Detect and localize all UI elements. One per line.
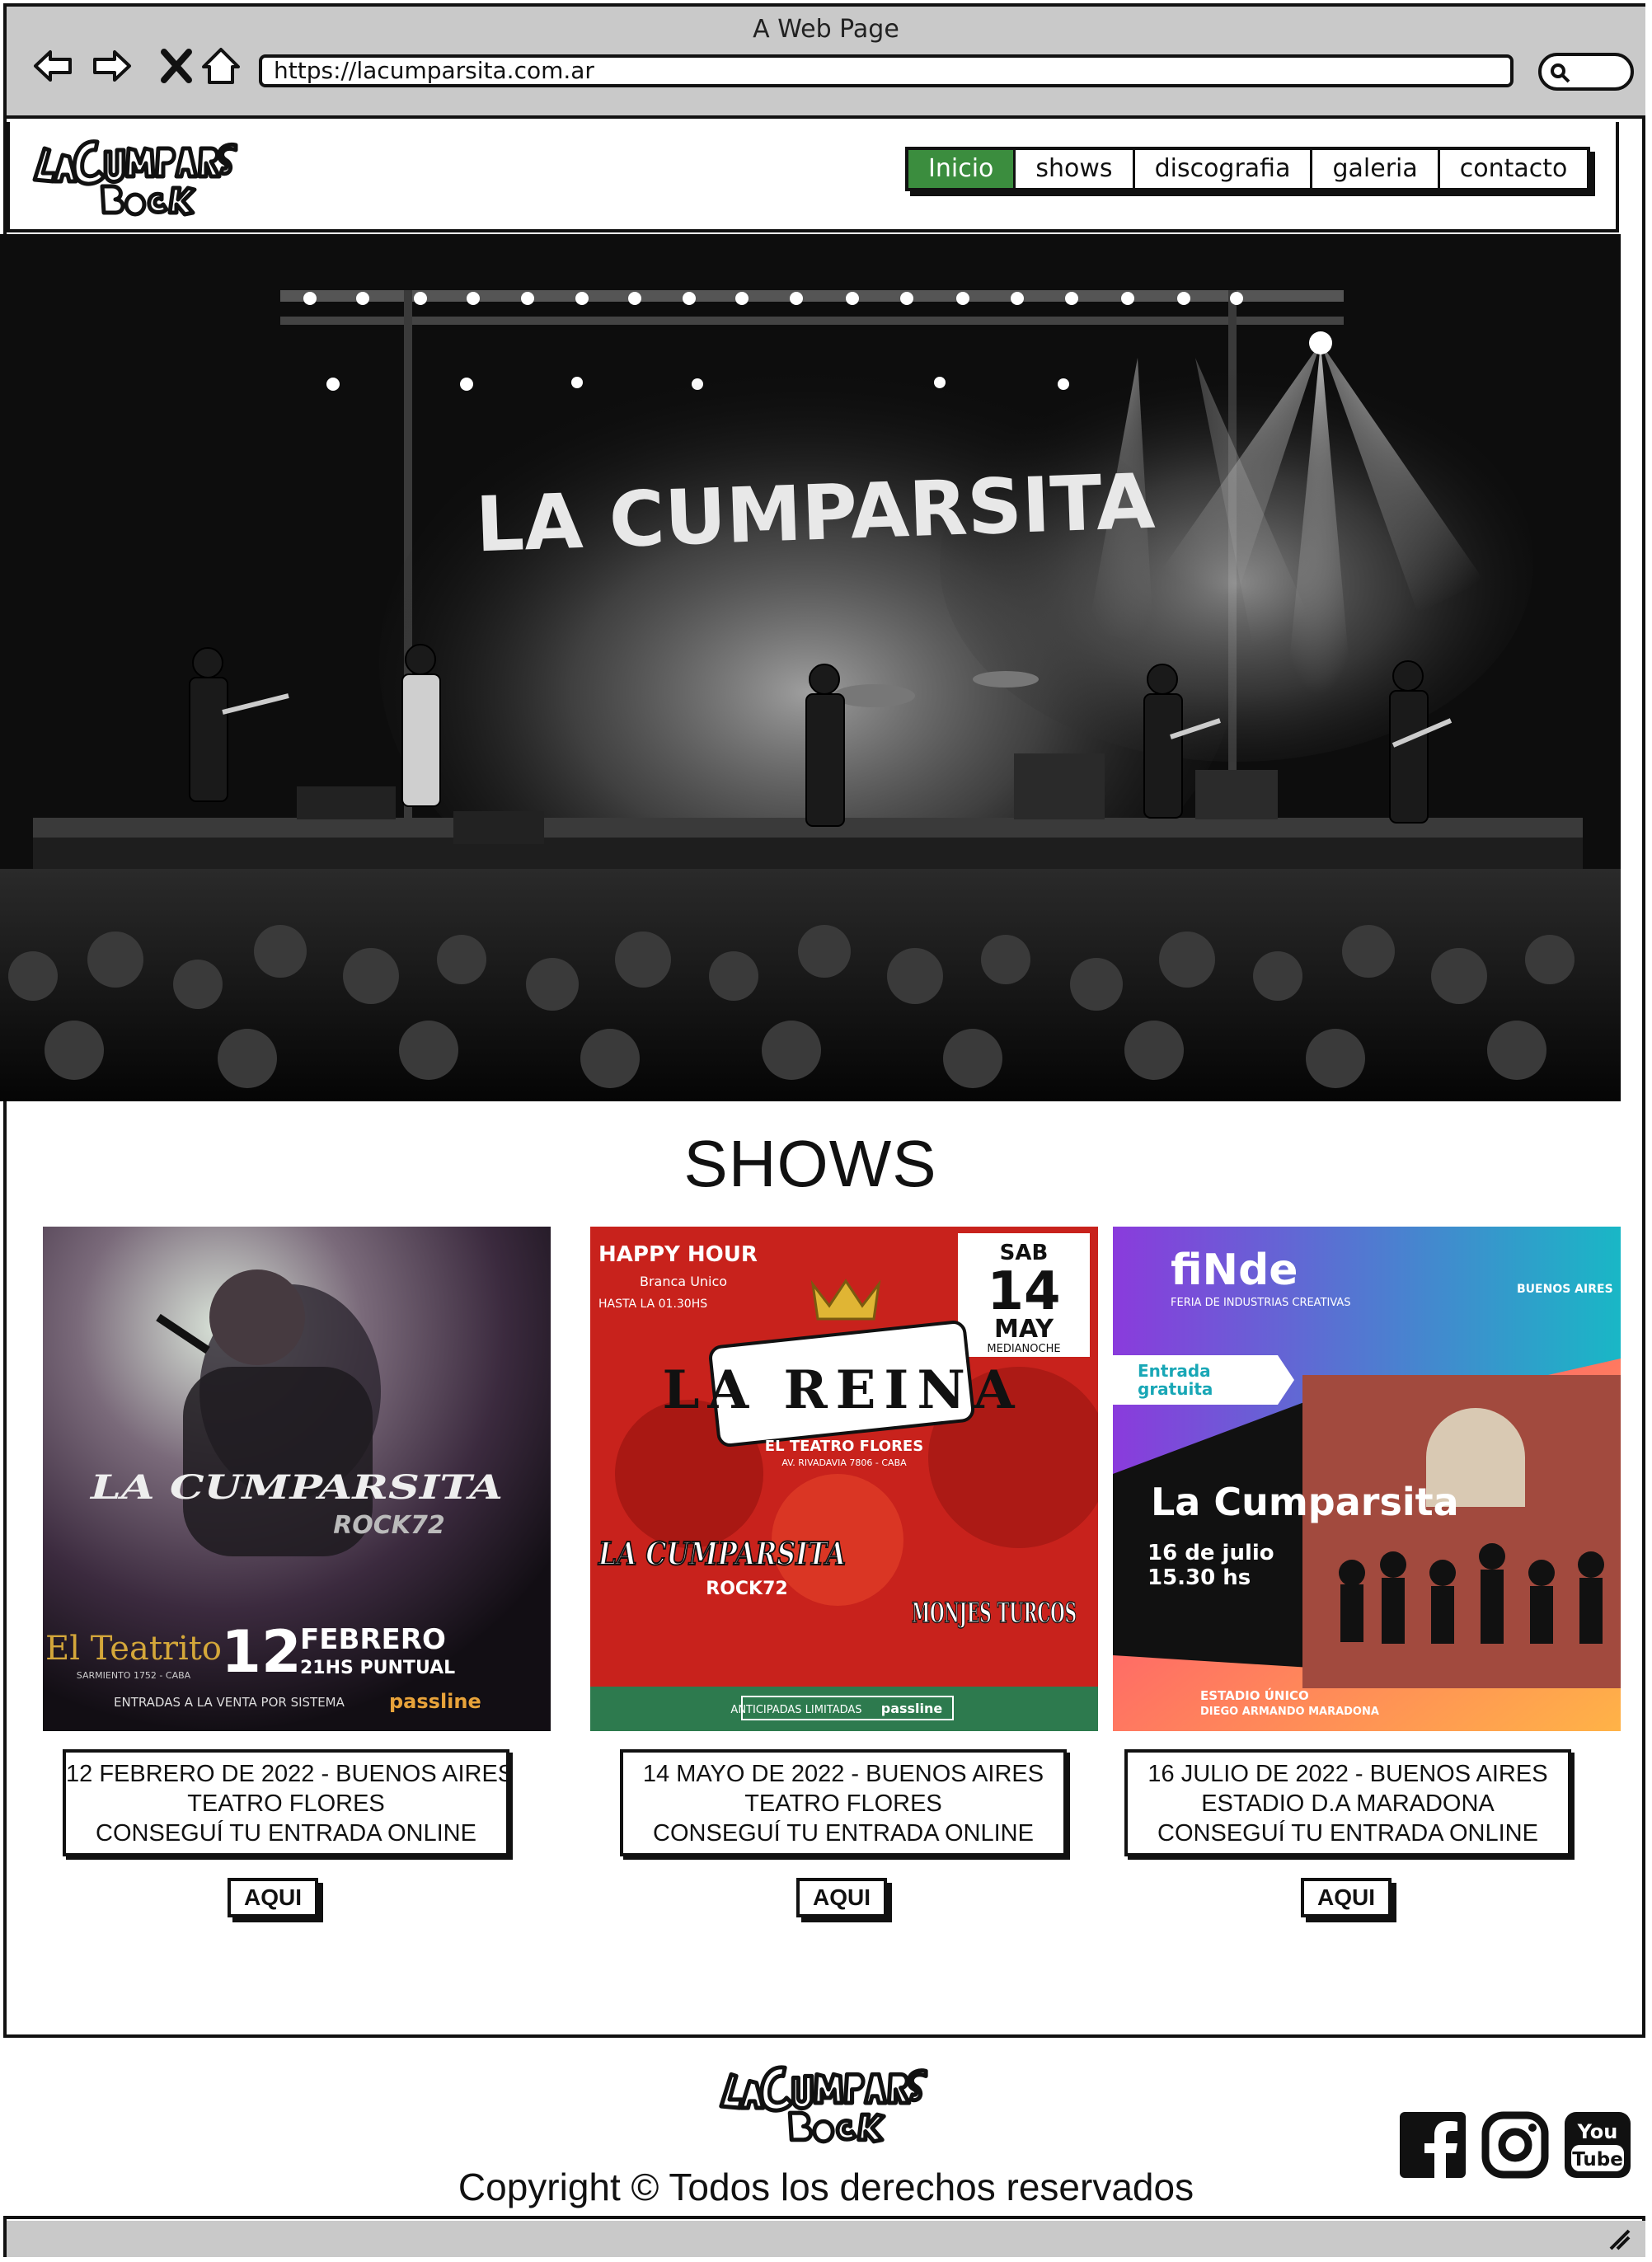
svg-text:LA CUMPARSITA: LA CUMPARSITA (598, 1535, 846, 1572)
svg-text:fiNde: fiNde (1171, 1246, 1298, 1295)
svg-text:16 de julio: 16 de julio (1147, 1541, 1274, 1565)
svg-text:21HS PUNTUAL: 21HS PUNTUAL (300, 1658, 455, 1678)
svg-text:FEBRERO: FEBRERO (300, 1623, 446, 1656)
tickets-button-3[interactable]: AQUI (1301, 1878, 1392, 1917)
svg-text:passline: passline (389, 1690, 481, 1713)
main-nav: Inicio shows discografia galeria contact… (905, 147, 1591, 191)
svg-text:MAY: MAY (994, 1315, 1054, 1344)
svg-text:ROCK72: ROCK72 (333, 1511, 445, 1540)
svg-text:El Teatrito: El Teatrito (45, 1630, 222, 1668)
svg-text:gratuita: gratuita (1138, 1379, 1213, 1399)
show-info-2: 14 MAYO DE 2022 - BUENOS AIRES TEATRO FL… (620, 1749, 1067, 1856)
svg-text:passline: passline (881, 1701, 943, 1716)
tickets-button-1[interactable]: AQUI (228, 1878, 318, 1917)
svg-text:15.30 hs: 15.30 hs (1147, 1565, 1251, 1590)
youtube-icon[interactable]: You Tube (1563, 2110, 1632, 2180)
show-date: 16 JULIO DE 2022 - BUENOS AIRES (1147, 1761, 1548, 1787)
show-cta-text: CONSEGUÍ TU ENTRADA ONLINE (96, 1820, 476, 1847)
svg-text:EL TEATRO FLORES: EL TEATRO FLORES (765, 1438, 923, 1455)
svg-text:MONJES TURCOS: MONJES TURCOS (912, 1597, 1077, 1630)
nav-galeria[interactable]: galeria (1310, 150, 1437, 188)
svg-text:BUENOS AIRES: BUENOS AIRES (1517, 1283, 1613, 1296)
svg-text:ROCK72: ROCK72 (706, 1579, 787, 1599)
svg-text:DIEGO ARMANDO MARADONA: DIEGO ARMANDO MARADONA (1200, 1706, 1379, 1718)
show-cta-text: CONSEGUÍ TU ENTRADA ONLINE (1157, 1820, 1538, 1847)
nav-inicio[interactable]: Inicio (908, 150, 1014, 188)
show-poster-3[interactable]: fiNde FERIA DE INDUSTRIAS CREATIVAS BUEN… (1113, 1227, 1621, 1731)
search-icon (1551, 63, 1570, 83)
window-title: A Web Page (753, 15, 899, 44)
svg-text:ENTRADAS A LA VENTA POR SISTEM: ENTRADAS A LA VENTA POR SISTEMA (114, 1695, 345, 1710)
nav-shows[interactable]: shows (1013, 150, 1132, 188)
resize-handle-icon[interactable] (1606, 2226, 1631, 2250)
svg-text:SARMIENTO 1752 - CABA: SARMIENTO 1752 - CABA (77, 1670, 191, 1681)
svg-text:LA REINA: LA REINA (663, 1359, 1023, 1421)
nav-discografia[interactable]: discografia (1132, 150, 1311, 188)
show-date: 12 FEBRERO DE 2022 - BUENOS AIRES (66, 1761, 514, 1787)
instagram-icon[interactable] (1481, 2110, 1550, 2180)
show-info-1: 12 FEBRERO DE 2022 - BUENOS AIRES TEATRO… (63, 1749, 514, 1856)
svg-text:Branca Unico: Branca Unico (640, 1274, 727, 1289)
back-icon[interactable] (30, 43, 76, 89)
svg-text:You: You (1577, 2120, 1618, 2143)
shows-heading: SHOWS (683, 1127, 937, 1200)
status-bar (7, 2221, 1645, 2257)
svg-text:Entrada: Entrada (1138, 1361, 1211, 1381)
site-logo[interactable] (30, 130, 244, 224)
svg-text:MEDIANOCHE: MEDIANOCHE (987, 1343, 1060, 1355)
nav-contacto[interactable]: contacto (1437, 150, 1588, 188)
svg-text:HASTA LA 01.30HS: HASTA LA 01.30HS (598, 1298, 707, 1311)
show-poster-1[interactable]: LA CUMPARSITA ROCK72 El Teatrito SARMIEN… (43, 1227, 551, 1731)
show-date: 14 MAYO DE 2022 - BUENOS AIRES (642, 1761, 1044, 1787)
browser-chrome: A Web Page https://lacumparsita.com.ar (7, 7, 1645, 119)
address-bar[interactable]: https://lacumparsita.com.ar (259, 54, 1514, 87)
hero-image: LA CUMPARSITA (0, 234, 1621, 1101)
show-info-3: 16 JULIO DE 2022 - BUENOS AIRES ESTADIO … (1124, 1749, 1571, 1856)
tickets-button-2[interactable]: AQUI (796, 1878, 887, 1917)
svg-text:AV. RIVADAVIA 7806 - CABA: AV. RIVADAVIA 7806 - CABA (781, 1457, 907, 1468)
facebook-icon[interactable] (1398, 2110, 1467, 2180)
show-venue: TEATRO FLORES (187, 1790, 385, 1817)
forward-icon[interactable] (89, 43, 135, 89)
svg-text:Tube: Tube (1572, 2149, 1623, 2170)
footer-logo (719, 2065, 928, 2144)
svg-text:12: 12 (221, 1618, 301, 1686)
browser-search-field[interactable] (1538, 53, 1634, 91)
svg-text:14: 14 (987, 1261, 1060, 1322)
svg-text:FERIA DE INDUSTRIAS CREATIVAS: FERIA DE INDUSTRIAS CREATIVAS (1171, 1297, 1351, 1309)
show-cta-text: CONSEGUÍ TU ENTRADA ONLINE (653, 1820, 1034, 1847)
show-venue: TEATRO FLORES (744, 1790, 942, 1817)
close-icon[interactable] (153, 43, 199, 89)
show-venue: ESTADIO D.A MARADONA (1201, 1790, 1495, 1817)
svg-text:La Cumparsita: La Cumparsita (1151, 1480, 1459, 1524)
show-poster-2[interactable]: HAPPY HOUR Branca Unico HASTA LA 01.30HS… (590, 1227, 1098, 1731)
svg-text:LA CUMPARSITA: LA CUMPARSITA (90, 1468, 503, 1507)
home-icon[interactable] (198, 43, 244, 89)
svg-text:HAPPY HOUR: HAPPY HOUR (598, 1242, 758, 1267)
svg-text:ANTICIPADAS LIMITADAS: ANTICIPADAS LIMITADAS (730, 1704, 861, 1716)
svg-text:ESTADIO ÚNICO: ESTADIO ÚNICO (1200, 1687, 1309, 1703)
